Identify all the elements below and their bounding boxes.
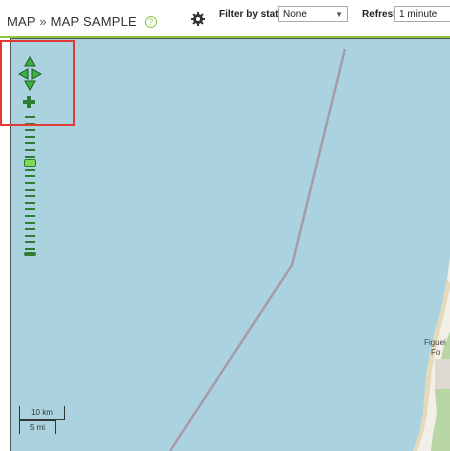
zoom-level-tick[interactable] [25,122,35,125]
refresh-select[interactable]: 1 minute [394,6,450,22]
pan-down-icon[interactable] [24,80,36,92]
zoom-level-tick[interactable] [25,116,35,118]
filter-status-select[interactable]: None ▼ [278,6,348,22]
zoom-level-tick[interactable] [25,221,35,224]
chevron-down-icon: ▼ [335,10,343,19]
filter-status-value: None [283,9,307,20]
breadcrumb: MAP » MAP SAMPLE ? [7,14,157,29]
zoom-level-tick[interactable] [25,234,35,237]
zoom-level-tick[interactable] [25,195,35,198]
zoom-level-tick[interactable] [25,142,35,145]
top-toolbar: MAP » MAP SAMPLE ? Filter by status: Non… [0,0,450,38]
pan-right-icon[interactable] [31,68,42,80]
zoom-out-icon[interactable] [24,252,36,256]
map-tiles [168,48,450,451]
scale-metric: 10 km [19,406,65,420]
zoom-level-tick[interactable] [25,188,35,191]
zoom-level-tick[interactable] [25,129,35,132]
page-title: MAP SAMPLE [50,14,137,29]
zoom-level-tick[interactable] [25,241,35,244]
zoom-level-tick[interactable] [25,215,35,217]
zoom-level-tick[interactable] [25,168,35,171]
pan-left-icon[interactable] [18,68,29,80]
zoom-slider-thumb[interactable] [24,159,36,168]
place-label: Figuei [424,338,446,347]
pan-control [18,56,42,92]
zoom-level-tick[interactable] [25,208,35,211]
pan-up-icon[interactable] [24,56,36,67]
zoom-in-icon[interactable] [22,95,36,109]
map-canvas[interactable]: Figuei Fo [10,38,450,451]
zoom-level-tick[interactable] [25,248,35,250]
breadcrumb-root[interactable]: MAP [7,14,36,29]
scale-imperial: 5 mi [19,420,56,434]
zoom-level-tick[interactable] [25,155,35,158]
zoom-level-tick[interactable] [25,135,35,138]
zoom-level-tick[interactable] [25,228,35,231]
zoom-level-tick[interactable] [25,149,35,151]
breadcrumb-separator: » [39,14,47,29]
place-label: Fo [431,348,441,357]
gear-icon[interactable] [190,11,206,27]
urban-area [435,359,450,389]
zoom-level-tick[interactable] [25,175,35,178]
help-icon[interactable]: ? [144,16,157,28]
refresh-value: 1 minute [399,9,438,20]
zoom-level-tick[interactable] [25,182,35,184]
maritime-boundary [168,48,347,451]
zoom-level-tick[interactable] [25,201,35,204]
